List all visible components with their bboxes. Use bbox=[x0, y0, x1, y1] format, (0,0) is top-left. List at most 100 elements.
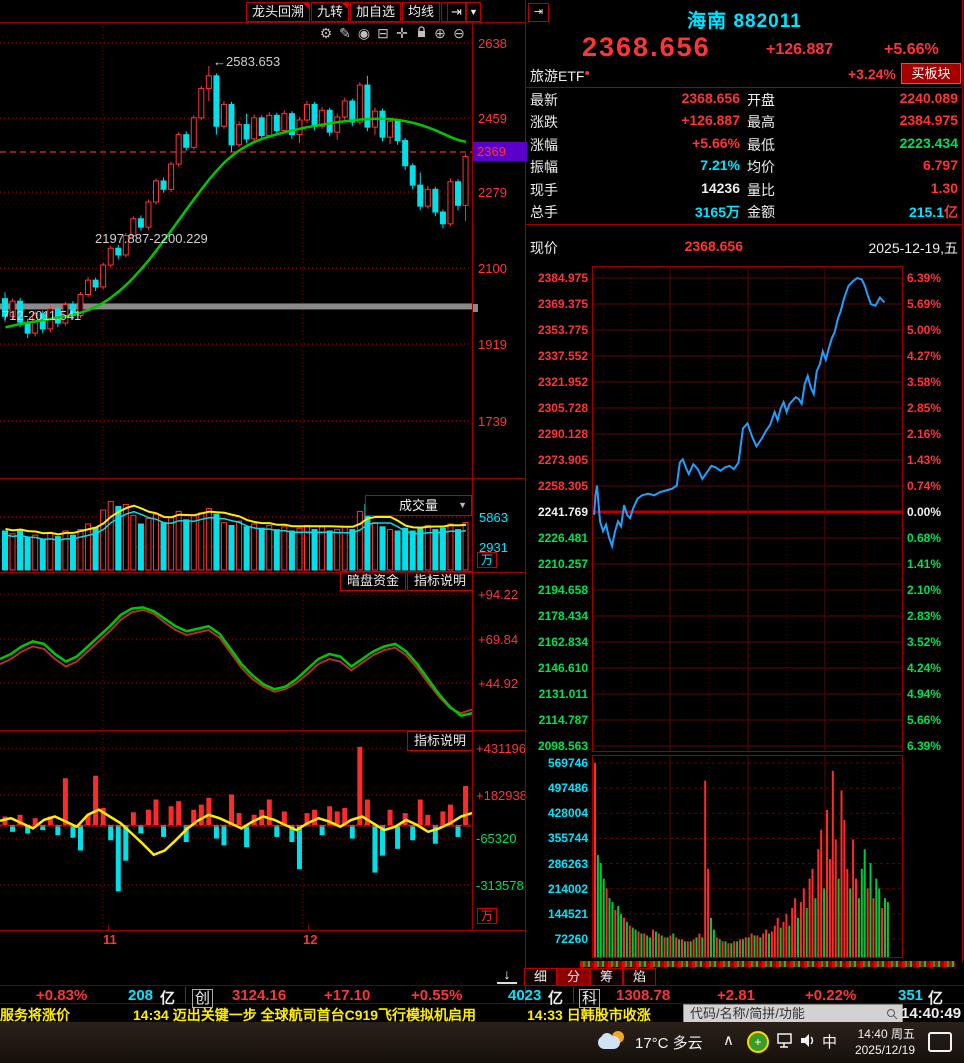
alert-dot-icon: ● bbox=[584, 67, 590, 78]
intraday-pct-label: 2.85% bbox=[907, 401, 942, 415]
indicator-pane-2[interactable] bbox=[0, 730, 472, 930]
axis-label: 2100 bbox=[478, 261, 507, 276]
axis-label: 2459 bbox=[478, 111, 507, 126]
intraday-pct-label: 5.69% bbox=[907, 297, 942, 311]
stat-value: 6.797 bbox=[922, 157, 958, 174]
axis-label: 1739 bbox=[478, 414, 507, 429]
indicator2-axis-label: -65320 bbox=[476, 831, 517, 846]
trading-app-window: 龙头回溯九转加自选均线窗⇥▼ ⚙✎◉⊟✛⊕⊖ ←2583.6532197.887… bbox=[0, 0, 964, 1063]
tab-细[interactable]: 细 bbox=[524, 968, 557, 986]
sector-link[interactable]: 旅游ETF● bbox=[530, 66, 590, 86]
svg-text:←2583.653: ←2583.653 bbox=[213, 54, 280, 69]
network-icon[interactable] bbox=[776, 1033, 794, 1054]
index-stat: +0.55% bbox=[411, 987, 463, 1004]
intraday-price-label: 2146.610 bbox=[537, 661, 588, 675]
index-stat: +0.83% bbox=[36, 987, 88, 1004]
toolbar-button-3[interactable]: 加自选 bbox=[350, 2, 402, 22]
toolbar-button-4[interactable]: 均线 bbox=[402, 2, 441, 22]
stat-value: 2223.434 bbox=[899, 134, 958, 151]
intraday-pct-label: 1.43% bbox=[907, 453, 942, 467]
intraday-volume-label: 497486 bbox=[547, 781, 588, 796]
stat-value: 2368.656 bbox=[681, 90, 740, 106]
intraday-price-label: 2226.481 bbox=[537, 531, 588, 545]
intraday-volume-label: 144521 bbox=[547, 906, 588, 921]
indicator-pane-1[interactable] bbox=[0, 592, 472, 730]
stat-label: 现手 bbox=[530, 181, 558, 198]
indicator2-unit-label: 万 bbox=[477, 908, 498, 924]
intraday-price-label: 2337.552 bbox=[537, 349, 588, 363]
volume-indicator-select[interactable]: 成交量 ▼ bbox=[365, 495, 472, 516]
price-change: +126.887 bbox=[766, 41, 834, 58]
weather-icon[interactable] bbox=[598, 1031, 628, 1053]
indicator2-axis-label: -313578 bbox=[476, 878, 524, 893]
stat-value: 2240.089 bbox=[899, 90, 958, 106]
intraday-pct-label: 6.39% bbox=[907, 271, 942, 285]
intraday-pct-label: 3.52% bbox=[907, 635, 942, 649]
toolbar-button-2[interactable]: 九转 bbox=[311, 2, 350, 22]
tab-焰[interactable]: 焰 bbox=[623, 968, 656, 986]
intraday-pct-label: 0.68% bbox=[907, 531, 942, 545]
stat-value: 7.21% bbox=[700, 157, 740, 174]
symbol-search-input[interactable]: 代码/名称/简拼/功能 bbox=[683, 1004, 903, 1023]
month-tick bbox=[108, 925, 109, 931]
index-stat: 3124.16 bbox=[232, 987, 287, 1004]
download-icon[interactable]: ↓ bbox=[497, 966, 517, 984]
toolbar-dropdown-icon[interactable]: ▼ bbox=[466, 2, 481, 22]
toolbar-button-1[interactable]: 龙头回溯 bbox=[246, 2, 311, 22]
stat-label: 量比 bbox=[747, 181, 775, 198]
stat-label: 最高 bbox=[747, 114, 775, 131]
month-label: 12 bbox=[303, 932, 318, 947]
tab-筹[interactable]: 筹 bbox=[590, 968, 623, 986]
stat-value: 2384.975 bbox=[899, 112, 958, 129]
stat-value: 14236 bbox=[701, 179, 740, 196]
intraday-pct-label: 3.58% bbox=[907, 375, 942, 389]
svg-text:712-2011.541: 712-2011.541 bbox=[2, 308, 81, 323]
axis-label: 2638 bbox=[478, 36, 507, 51]
weather-text[interactable]: 17°C 多云 bbox=[635, 1032, 703, 1053]
tray-app-icon[interactable]: + bbox=[747, 1031, 769, 1053]
heat-strip bbox=[580, 961, 955, 967]
stat-value: 3165万 bbox=[694, 204, 740, 220]
indicator2-axis-label: +182938 bbox=[476, 788, 527, 803]
stat-value: 215.1亿 bbox=[908, 204, 958, 220]
intraday-price-label: 2178.434 bbox=[537, 609, 588, 623]
intraday-price-label: 2305.728 bbox=[537, 401, 588, 415]
month-tick bbox=[308, 925, 309, 931]
volume-pane[interactable] bbox=[0, 478, 472, 572]
intraday-volume-label: 214002 bbox=[547, 881, 588, 896]
stat-value: +5.66% bbox=[692, 134, 740, 151]
intraday-pct-label: 2.10% bbox=[907, 583, 942, 597]
intraday-price-chart[interactable] bbox=[592, 266, 903, 752]
intraday-price-label: 2321.952 bbox=[537, 375, 588, 389]
indicator-help-button[interactable]: 指标说明 bbox=[407, 731, 473, 751]
speaker-icon[interactable] bbox=[799, 1033, 817, 1054]
indicator-help-button[interactable]: 指标说明 bbox=[407, 571, 473, 591]
dark-pool-funds-button[interactable]: 暗盘资金 bbox=[340, 571, 406, 591]
notification-center-icon[interactable] bbox=[928, 1032, 952, 1052]
intraday-pct-label: 0.74% bbox=[907, 479, 942, 493]
indicator1-axis-label: +44.92 bbox=[478, 676, 519, 691]
taskbar: 17°C 多云 ∧ + 中 14:40 周五 2025/12/19 bbox=[0, 1022, 964, 1063]
buy-sector-button[interactable]: 买板块 bbox=[901, 63, 961, 84]
ime-indicator[interactable]: 中 bbox=[822, 1031, 837, 1052]
stat-label: 最新 bbox=[530, 92, 558, 108]
indicator1-axis-label: +94.22 bbox=[478, 587, 519, 602]
tab-分[interactable]: 分 bbox=[557, 968, 590, 986]
intraday-price-label: 2258.305 bbox=[537, 479, 588, 493]
intraday-price-label: 2273.905 bbox=[537, 453, 588, 467]
tray-chevron-icon[interactable]: ∧ bbox=[723, 1031, 734, 1049]
intraday-price-label: 2131.011 bbox=[538, 687, 588, 701]
index-stat: 208 bbox=[128, 987, 154, 1004]
intraday-pct-label: 1.41% bbox=[907, 557, 942, 571]
stat-label: 总手 bbox=[530, 204, 558, 220]
stat-label: 最低 bbox=[747, 136, 775, 153]
axis-label: 2279 bbox=[478, 185, 507, 200]
spot-date: 2025-12-19,五 bbox=[868, 240, 958, 256]
stat-value: +126.887 bbox=[681, 112, 740, 129]
taskbar-clock[interactable]: 14:40 周五 2025/12/19 bbox=[843, 1026, 915, 1058]
intraday-volume-chart[interactable] bbox=[592, 755, 903, 958]
index-stat: 351 bbox=[898, 987, 924, 1004]
intraday-volume-label: 72260 bbox=[554, 931, 588, 946]
daily-candlestick-chart[interactable]: ←2583.653 2197.887-2200.229 712-2011.541 bbox=[0, 22, 472, 478]
scroll-right-icon[interactable]: ⇥ bbox=[447, 2, 466, 22]
